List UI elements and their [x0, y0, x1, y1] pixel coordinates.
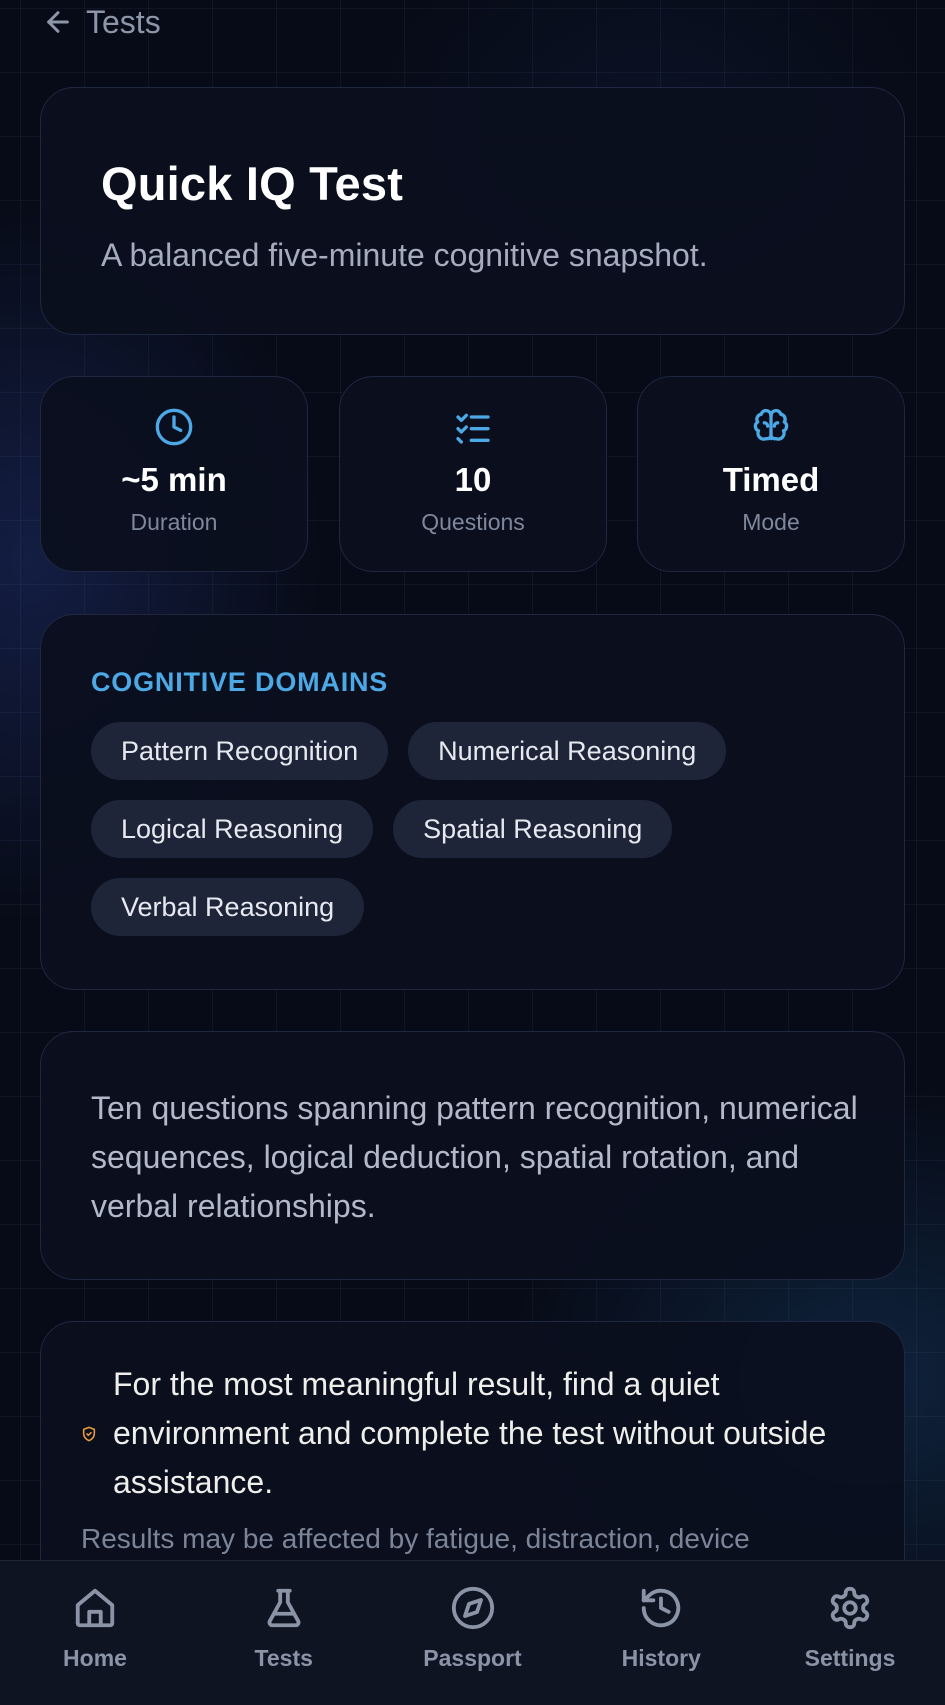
domain-chip: Numerical Reasoning	[408, 722, 727, 780]
brain-icon	[753, 408, 789, 441]
nav-history[interactable]: History	[594, 1561, 728, 1705]
advice-text: For the most meaningful result, find a q…	[113, 1366, 827, 1500]
stat-duration: ~5 min Duration	[40, 376, 308, 572]
domain-chip: Pattern Recognition	[91, 722, 389, 780]
domain-chip: Logical Reasoning	[91, 800, 374, 858]
bottom-navigation: Home Tests Passport History Settings	[0, 1560, 945, 1705]
history-icon	[642, 1588, 681, 1628]
stat-value: Timed	[722, 461, 820, 498]
stat-mode: Timed Mode	[637, 376, 905, 572]
domain-chip: Spatial Reasoning	[393, 800, 673, 858]
home-icon	[75, 1588, 115, 1628]
nav-settings[interactable]: Settings	[783, 1561, 917, 1705]
domain-chip-list: Pattern Recognition Numerical Reasoning …	[91, 722, 831, 936]
stat-value: ~5 min	[121, 461, 227, 498]
scroll-content[interactable]: Tests Quick IQ Test A balanced five-minu…	[0, 0, 945, 1560]
stat-label: Questions	[421, 509, 525, 535]
nav-label: Tests	[254, 1645, 313, 1671]
nav-passport[interactable]: Passport	[406, 1561, 540, 1705]
compass-icon	[451, 1586, 494, 1630]
flask-icon	[267, 1588, 301, 1628]
back-label: Tests	[86, 3, 161, 40]
nav-tests[interactable]: Tests	[217, 1561, 351, 1705]
nav-home[interactable]: Home	[28, 1561, 162, 1705]
test-hero-card: Quick IQ Test A balanced five-minute cog…	[40, 87, 905, 335]
nav-label: Settings	[804, 1645, 896, 1671]
shield-check-icon	[82, 1426, 96, 1441]
page-subtitle: A balanced five-minute cognitive snapsho…	[101, 237, 708, 273]
stat-questions: 10 Questions	[339, 376, 607, 572]
arrow-left-icon	[47, 11, 69, 33]
nav-label: Home	[63, 1645, 127, 1671]
nav-label: Passport	[423, 1645, 522, 1671]
advice-subtext: Results may be affected by fatigue, dist…	[81, 1523, 750, 1554]
stat-label: Duration	[130, 509, 218, 535]
nav-label: History	[621, 1645, 701, 1671]
gear-icon	[830, 1586, 870, 1630]
cognitive-domains-card: COGNITIVE DOMAINS Pattern Recognition Nu…	[40, 614, 905, 990]
domain-chip: Verbal Reasoning	[91, 878, 365, 936]
advice-card: For the most meaningful result, find a q…	[40, 1321, 905, 1560]
stat-value: 10	[454, 461, 492, 498]
checklist-icon	[456, 413, 490, 444]
page-title: Quick IQ Test	[101, 157, 404, 210]
section-heading: COGNITIVE DOMAINS	[91, 667, 389, 697]
back-nav[interactable]: Tests	[42, 2, 161, 42]
clock-icon	[155, 408, 193, 446]
stat-label: Mode	[742, 509, 800, 535]
description-card: Ten questions spanning pattern recogniti…	[40, 1031, 905, 1280]
test-description: Ten questions spanning pattern recogniti…	[91, 1090, 858, 1224]
